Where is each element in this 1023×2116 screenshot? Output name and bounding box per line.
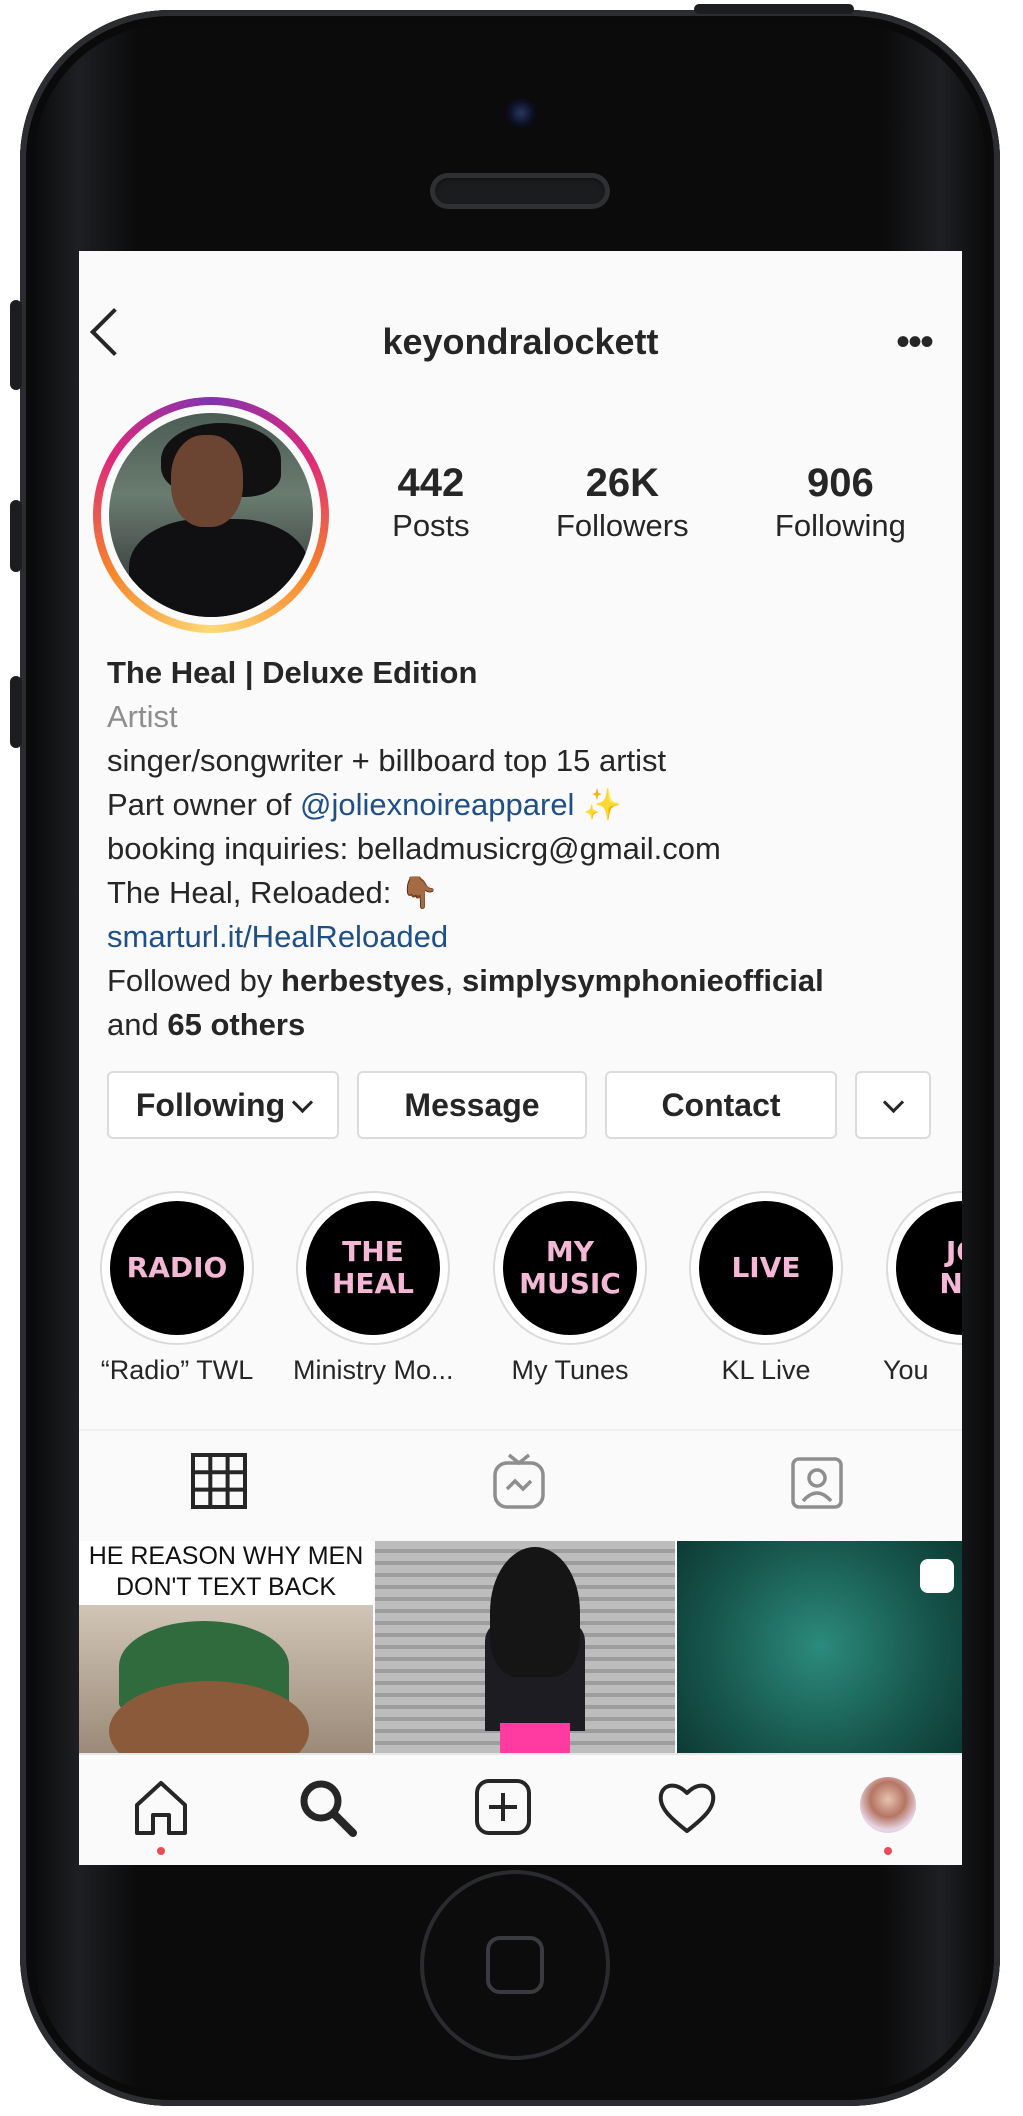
home-button[interactable]	[420, 1870, 610, 2060]
stat-label: Following	[774, 508, 906, 543]
highlight-item[interactable]: THE HEAL Ministry Mo...	[293, 1191, 454, 1386]
bio-line: singer/songwriter + billboard top 15 art…	[107, 743, 667, 778]
more-horizontal-icon[interactable]: •••	[896, 322, 934, 362]
highlight-caption: My Tunes	[511, 1355, 629, 1385]
bottom-nav	[79, 1753, 962, 1865]
highlight-item[interactable]: MY MUSIC My Tunes	[490, 1191, 650, 1386]
igtv-badge-icon	[920, 1559, 954, 1593]
highlight-cover: RADIO	[110, 1201, 244, 1335]
profile-notification-dot	[884, 1847, 892, 1855]
profile-bio: The Heal | Deluxe Edition Artist singer/…	[107, 651, 947, 1047]
highlight-cover: MY MUSIC	[503, 1201, 637, 1335]
search-icon[interactable]	[295, 1775, 359, 1839]
profile-username: keyondralockett	[382, 321, 659, 362]
contact-button[interactable]: Contact	[605, 1071, 837, 1139]
highlight-item[interactable]: LIVE KL Live	[686, 1191, 846, 1386]
contact-button-label: Contact	[661, 1087, 781, 1123]
profile-actions: Following Message Contact	[107, 1071, 935, 1141]
following-button[interactable]: Following	[107, 1071, 339, 1139]
side-button-volume-down	[10, 676, 22, 748]
chevron-down-icon	[292, 1091, 314, 1114]
igtv-icon[interactable]	[489, 1451, 549, 1511]
stat-followers[interactable]: 26K Followers	[556, 461, 689, 544]
highlight-caption: “Radio” TWL	[100, 1355, 254, 1385]
earpiece-speaker	[430, 173, 610, 209]
post-thumbnail[interactable]	[375, 1541, 675, 1753]
stat-following[interactable]: 906 Following	[775, 461, 906, 544]
followed-by-line[interactable]: Followed by herbestyes, simplysymphonieo…	[107, 959, 947, 1003]
post-thumbnail[interactable]: HE REASON WHY MEN DON'T TEXT BACK	[79, 1541, 373, 1753]
bio-line: The Heal, Reloaded: 👇🏾	[107, 871, 947, 915]
plus-square-icon[interactable]	[471, 1775, 535, 1839]
following-button-label: Following	[135, 1087, 286, 1123]
stat-posts[interactable]: 442 Posts	[392, 461, 470, 544]
bio-text: The Heal, Reloaded:	[107, 875, 400, 910]
profile-tabs	[79, 1431, 962, 1539]
bio-line: booking inquiries: belladmusicrg@gmail.c…	[107, 831, 721, 866]
profile-stats: 442 Posts 26K Followers 906 Following	[349, 461, 949, 544]
post-caption-overlay: HE REASON WHY MEN DON'T TEXT BACK	[79, 1541, 373, 1605]
posts-grid: HE REASON WHY MEN DON'T TEXT BACK	[79, 1541, 962, 1753]
highlight-caption: Ministry Mo...	[293, 1355, 454, 1385]
highlight-item[interactable]: JO NO You	[883, 1191, 962, 1386]
post-thumbnail[interactable]	[677, 1541, 962, 1753]
story-highlights: RADIO “Radio” TWL THE HEAL Ministry Mo..…	[79, 1191, 962, 1391]
stat-value: 906	[806, 461, 874, 505]
profile-website-link[interactable]: smarturl.it/HealReloaded	[107, 915, 947, 959]
sparkles-emoji: ✨	[583, 787, 622, 822]
profile-avatar[interactable]	[93, 397, 329, 633]
top-power-button	[694, 4, 854, 14]
followed-others-count: 65 others	[167, 1007, 306, 1042]
highlight-cover: LIVE	[699, 1201, 833, 1335]
followed-user: herbestyes	[281, 963, 445, 998]
bio-line: Part owner of @joliexnoireapparel ✨	[107, 783, 947, 827]
followed-user: simplysymphonieofficial	[461, 963, 824, 998]
bio-text: Part owner of	[107, 787, 300, 822]
home-notification-dot	[157, 1847, 165, 1855]
pointing-down-emoji: 👇🏾	[399, 875, 439, 910]
tagged-icon[interactable]	[787, 1451, 847, 1511]
stat-label: Followers	[555, 508, 689, 543]
stat-label: Posts	[392, 508, 470, 543]
profile-category: Artist	[107, 699, 178, 734]
front-camera	[506, 98, 536, 128]
side-button-volume-up	[10, 500, 22, 572]
highlight-caption: You	[883, 1355, 929, 1385]
suggested-accounts-button[interactable]	[855, 1071, 931, 1139]
avatar[interactable]	[860, 1777, 916, 1833]
message-button-label: Message	[404, 1087, 540, 1123]
highlight-cover: THE HEAL	[306, 1201, 440, 1335]
message-button[interactable]: Message	[357, 1071, 587, 1139]
stat-value: 442	[397, 461, 465, 505]
grid-icon[interactable]	[189, 1451, 249, 1511]
profile-display-name: The Heal | Deluxe Edition	[107, 655, 478, 690]
stat-value: 26K	[585, 461, 659, 505]
side-button-silent	[10, 300, 22, 390]
highlight-item[interactable]: RADIO “Radio” TWL	[97, 1191, 257, 1386]
chevron-down-icon	[882, 1091, 904, 1114]
followed-by-text: Followed by	[107, 963, 282, 998]
highlight-cover: JO NO	[896, 1201, 962, 1335]
followed-by-line-continued[interactable]: and 65 others	[107, 1003, 947, 1047]
home-icon[interactable]	[129, 1775, 193, 1839]
home-button-square-icon	[486, 1936, 544, 1994]
screen: keyondralockett ••• 442 Posts 26K Follow…	[79, 251, 962, 1865]
bio-mention-link[interactable]: @joliexnoireapparel	[300, 787, 574, 822]
avatar-photo	[109, 413, 313, 617]
highlight-caption: KL Live	[721, 1355, 811, 1385]
heart-icon[interactable]	[655, 1775, 719, 1839]
